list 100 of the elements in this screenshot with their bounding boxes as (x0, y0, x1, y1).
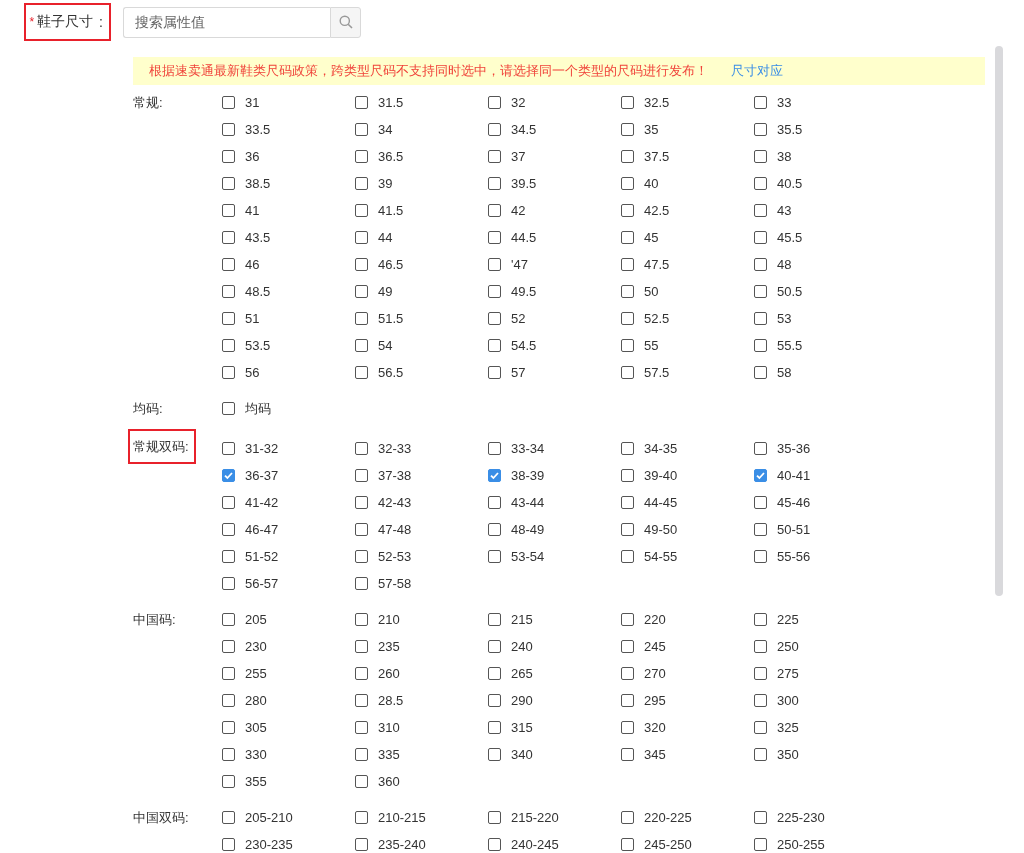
checkbox[interactable] (754, 366, 767, 379)
checkbox[interactable] (754, 811, 767, 824)
checkbox[interactable] (754, 496, 767, 509)
checkbox-option[interactable]: 43 (754, 197, 887, 224)
size-chart-link[interactable]: 尺寸对应 (731, 62, 783, 80)
checkbox-option[interactable]: 34 (355, 116, 488, 143)
checkbox-option[interactable]: 33 (754, 89, 887, 116)
checkbox[interactable] (621, 231, 634, 244)
checkbox[interactable] (621, 748, 634, 761)
checkbox[interactable] (488, 613, 501, 626)
checkbox-option[interactable]: 50-51 (754, 516, 887, 543)
checkbox-option[interactable]: 32.5 (621, 89, 754, 116)
checkbox-option[interactable]: 44-45 (621, 489, 754, 516)
checkbox-option[interactable]: 58 (754, 359, 887, 386)
checkbox[interactable] (754, 613, 767, 626)
checkbox[interactable] (488, 811, 501, 824)
checkbox-option[interactable]: 275 (754, 660, 887, 687)
checkbox-option[interactable]: 51 (222, 305, 355, 332)
checkbox-option[interactable]: 315 (488, 714, 621, 741)
checkbox[interactable] (222, 523, 235, 536)
checkbox[interactable] (222, 640, 235, 653)
checkbox[interactable] (621, 204, 634, 217)
checkbox[interactable] (355, 667, 368, 680)
search-button[interactable] (330, 6, 361, 38)
checkbox-option[interactable]: 41-42 (222, 489, 355, 516)
checkbox-option[interactable]: 57-58 (355, 570, 488, 597)
checkbox-option[interactable]: 55.5 (754, 332, 887, 359)
checkbox-option[interactable]: 48.5 (222, 278, 355, 305)
scrollbar[interactable] (995, 46, 1003, 596)
checkbox-option[interactable]: 250 (754, 633, 887, 660)
checkbox[interactable] (355, 496, 368, 509)
checkbox[interactable] (222, 285, 235, 298)
checkbox[interactable] (621, 469, 634, 482)
checkbox[interactable] (621, 177, 634, 190)
checkbox-option[interactable]: 53 (754, 305, 887, 332)
checkbox[interactable] (621, 523, 634, 536)
checkbox-option[interactable]: 33.5 (222, 116, 355, 143)
checkbox[interactable] (621, 150, 634, 163)
checkbox-option[interactable]: 335 (355, 741, 488, 768)
checkbox[interactable] (355, 550, 368, 563)
checkbox[interactable] (621, 96, 634, 109)
checkbox[interactable] (355, 721, 368, 734)
checkbox-option[interactable]: 35 (621, 116, 754, 143)
checkbox[interactable] (222, 748, 235, 761)
checkbox[interactable] (621, 721, 634, 734)
checkbox[interactable] (355, 123, 368, 136)
checkbox-option[interactable]: 260 (355, 660, 488, 687)
checkbox[interactable] (754, 150, 767, 163)
checkbox-option[interactable]: 49-50 (621, 516, 754, 543)
checkbox[interactable] (222, 312, 235, 325)
checkbox-option[interactable]: 54 (355, 332, 488, 359)
checkbox[interactable] (754, 96, 767, 109)
checkbox[interactable] (754, 748, 767, 761)
checkbox-option[interactable]: 48-49 (488, 516, 621, 543)
checkbox[interactable] (754, 231, 767, 244)
checkbox-option[interactable]: 40-41 (754, 462, 887, 489)
checkbox[interactable] (488, 312, 501, 325)
checkbox[interactable] (222, 613, 235, 626)
checkbox[interactable] (488, 640, 501, 653)
checkbox-option[interactable]: 310 (355, 714, 488, 741)
checkbox-option[interactable]: 45-46 (754, 489, 887, 516)
checkbox[interactable] (222, 231, 235, 244)
checkbox[interactable] (355, 339, 368, 352)
checkbox-option[interactable]: 52-53 (355, 543, 488, 570)
checkbox[interactable] (488, 204, 501, 217)
checkbox[interactable] (754, 667, 767, 680)
checkbox[interactable] (754, 523, 767, 536)
checkbox[interactable] (754, 123, 767, 136)
checkbox-option[interactable]: 28.5 (355, 687, 488, 714)
checkbox-option[interactable]: 46-47 (222, 516, 355, 543)
checkbox[interactable] (488, 694, 501, 707)
checkbox[interactable] (621, 640, 634, 653)
checkbox[interactable] (355, 775, 368, 788)
checkbox[interactable] (621, 123, 634, 136)
checkbox[interactable] (621, 811, 634, 824)
checkbox-option[interactable]: 270 (621, 660, 754, 687)
checkbox-option[interactable]: 35.5 (754, 116, 887, 143)
checkbox[interactable] (355, 177, 368, 190)
checkbox[interactable] (355, 640, 368, 653)
checkbox-option[interactable]: 35-36 (754, 435, 887, 462)
checkbox-option[interactable]: 205 (222, 606, 355, 633)
checkbox-option[interactable]: 39 (355, 170, 488, 197)
checkbox-option[interactable]: 295 (621, 687, 754, 714)
checkbox-option[interactable]: 40.5 (754, 170, 887, 197)
checkbox-option[interactable]: 245-250 (621, 831, 754, 853)
checkbox-option[interactable]: 55 (621, 332, 754, 359)
checkbox[interactable] (355, 204, 368, 217)
checkbox[interactable] (355, 312, 368, 325)
checkbox-option[interactable]: 38-39 (488, 462, 621, 489)
checkbox-option[interactable]: 225-230 (754, 804, 887, 831)
checkbox[interactable] (222, 96, 235, 109)
checkbox-option[interactable]: 31 (222, 89, 355, 116)
checkbox[interactable] (222, 366, 235, 379)
checkbox-option[interactable]: 50 (621, 278, 754, 305)
checkbox-option[interactable]: 44 (355, 224, 488, 251)
checkbox[interactable] (355, 258, 368, 271)
checkbox[interactable] (355, 811, 368, 824)
checkbox[interactable] (222, 577, 235, 590)
checkbox-option[interactable]: 31.5 (355, 89, 488, 116)
search-field[interactable]: 搜索属性值 (123, 6, 330, 38)
